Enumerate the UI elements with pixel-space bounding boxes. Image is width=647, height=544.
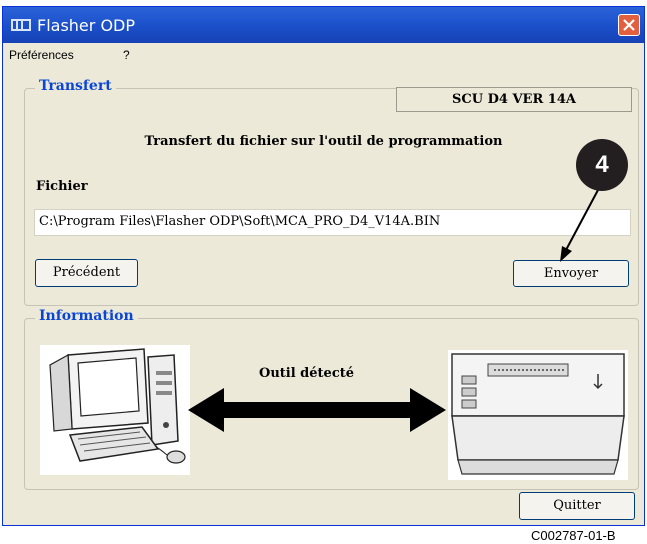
programming-tool-illustration — [448, 350, 628, 480]
detection-status: Outil détecté — [259, 366, 355, 381]
information-legend: Information — [35, 308, 138, 324]
quit-button[interactable]: Quitter — [519, 492, 635, 520]
step-callout-badge: 4 — [576, 139, 628, 191]
previous-button[interactable]: Précédent — [35, 259, 138, 287]
menu-bar: Préférences ? — [3, 43, 644, 65]
computer-illustration — [40, 345, 190, 475]
file-label: Fichier — [36, 179, 88, 194]
title-bar[interactable]: Flasher ODP — [3, 7, 644, 43]
close-button[interactable] — [618, 14, 640, 36]
menu-help[interactable]: ? — [123, 48, 130, 62]
flasher-app-icon — [11, 19, 31, 31]
close-icon — [623, 19, 635, 31]
menu-preferences[interactable]: Préférences — [9, 48, 74, 62]
transfer-heading: Transfert du fichier sur l'outil de prog… — [144, 134, 503, 149]
transfer-legend: Transfert — [35, 78, 116, 94]
window-title: Flasher ODP — [37, 16, 135, 35]
send-button[interactable]: Envoyer — [513, 260, 629, 287]
version-display: SCU D4 VER 14A — [396, 87, 632, 112]
document-code: C002787-01-B — [531, 528, 616, 543]
double-arrow-icon — [188, 388, 446, 432]
file-path-field[interactable]: C:\Program Files\Flasher ODP\Soft\MCA_PR… — [34, 209, 631, 236]
